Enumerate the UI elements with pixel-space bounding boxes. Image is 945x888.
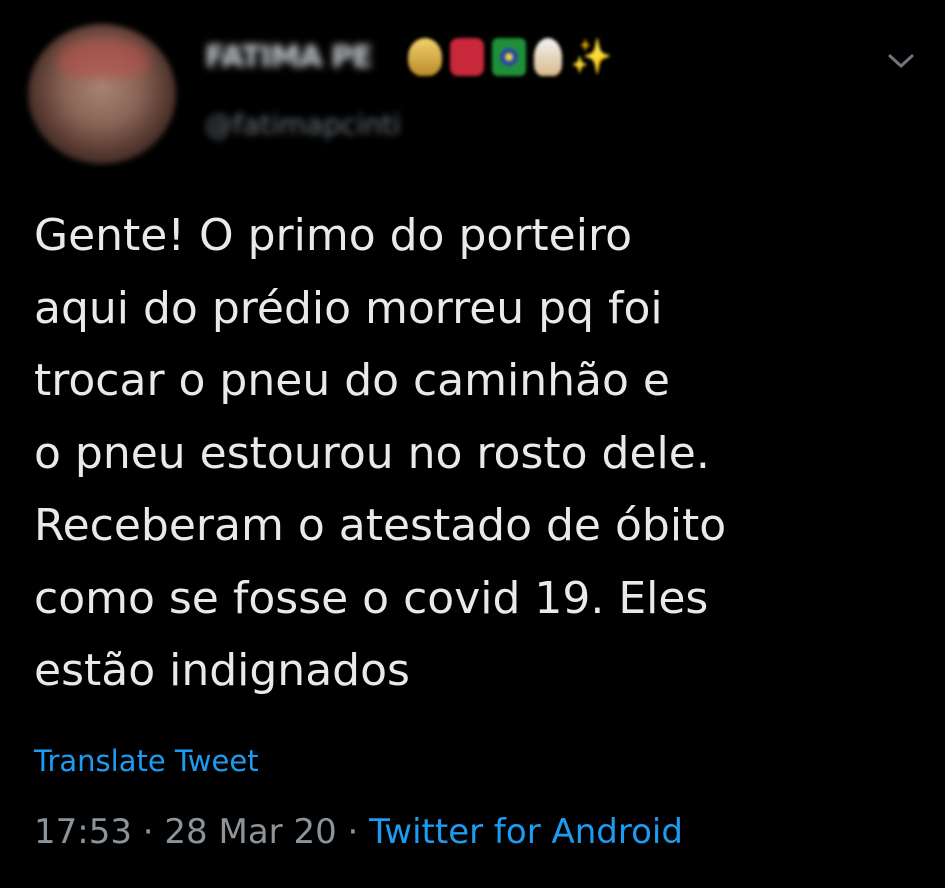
tweet-text: Gente! O primo do porteiro aqui do prédi… [34,200,914,708]
avatar[interactable] [28,24,176,164]
tweet-source-link[interactable]: Twitter for Android [369,812,683,852]
display-name-emojis: ✨ [408,37,613,77]
brazil-flag-icon [492,38,526,76]
tweet-line: trocar o pneu do caminhão e [34,355,670,406]
translate-tweet-link[interactable]: Translate Tweet [34,744,259,778]
avatar-hair [58,38,148,78]
tweet-line: o pneu estourou no rosto dele. [34,427,710,479]
praying-hands-icon [408,38,442,76]
chevron-down-icon[interactable] [886,46,916,76]
tweet-line: aqui do prédio morreu pq foi [34,282,663,334]
user-handle[interactable]: @fatimapcinti [205,108,401,141]
tweet-date[interactable]: 28 Mar 20 [164,812,336,852]
tweet-line: como se fosse o covid 19. Eles [34,572,709,624]
tweet-line: Receberam o atestado de óbito [34,500,727,551]
meta-separator: · [142,812,154,852]
nurse-icon [534,38,562,76]
tweet-time: 17:53 [34,812,132,852]
red-heart-box-icon [450,38,484,76]
tweet-line: Gente! O primo do porteiro [34,210,632,261]
tweet-meta: 17:53 · 28 Mar 20 · Twitter for Android [34,812,683,852]
display-name[interactable]: FATIMA PE [205,40,373,75]
tweet-line: estão indignados [34,645,410,696]
sparkles-icon: ✨ [570,37,613,77]
meta-separator: · [347,812,359,852]
